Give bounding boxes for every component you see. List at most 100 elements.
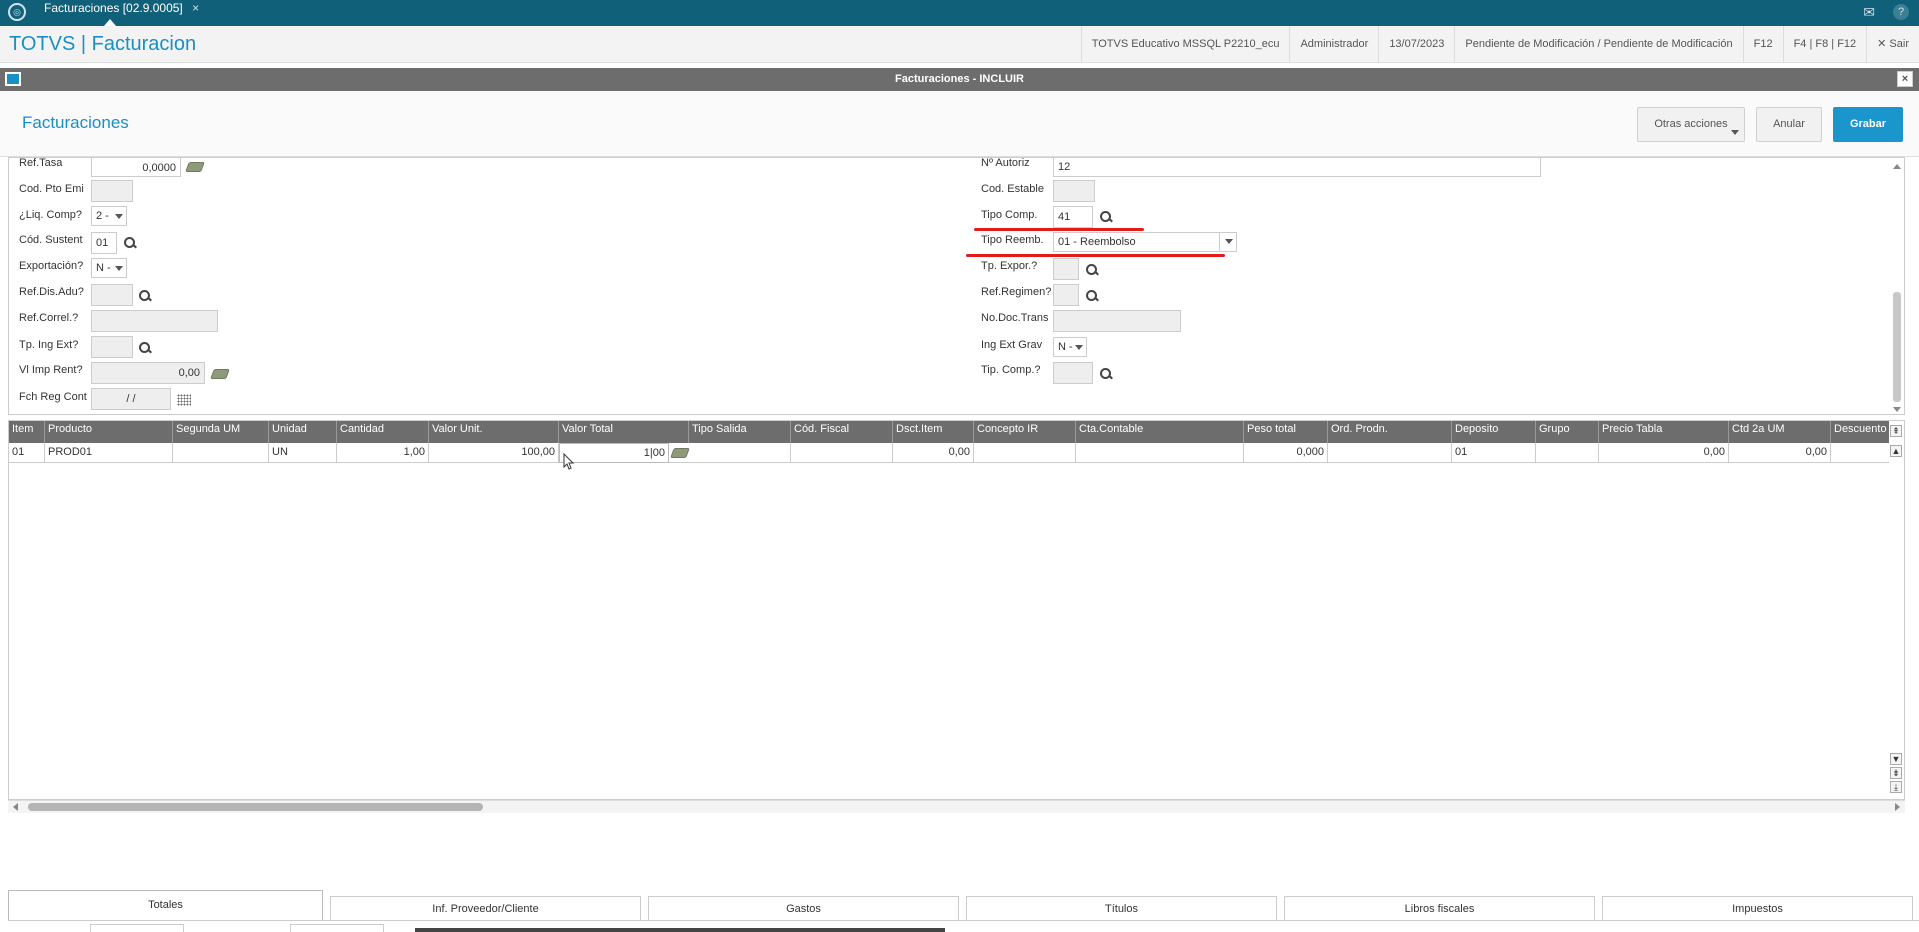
mail-icon[interactable]: ✉ [1863, 4, 1875, 21]
ref-regimen-field[interactable] [1053, 284, 1079, 306]
cell-valor-total-input[interactable]: 1|00 [559, 443, 669, 463]
vl-imp-rent-field[interactable]: 0,00 [91, 362, 205, 384]
grid-horizontal-scrollbar[interactable] [8, 800, 1905, 813]
scroll-top-icon[interactable]: ⇞ [1890, 425, 1902, 437]
cell-dsct-item[interactable]: 0,00 [893, 443, 974, 463]
cod-estable-field[interactable] [1053, 180, 1095, 202]
calendar-icon[interactable] [177, 394, 191, 406]
col-tipo-salida[interactable]: Tipo Salida [689, 421, 791, 443]
scroll-bottom-icon[interactable]: ⤓ [1890, 781, 1902, 793]
col-grupo[interactable]: Grupo [1536, 421, 1599, 443]
search-icon[interactable] [1099, 210, 1113, 224]
tipo-comp-field[interactable]: 41 [1053, 206, 1093, 228]
user-label[interactable]: Administrador [1289, 26, 1378, 63]
scroll-left-icon[interactable] [13, 803, 18, 811]
scroll-up-icon[interactable] [1893, 164, 1901, 169]
col-peso-total[interactable]: Peso total [1244, 421, 1328, 443]
cell-grupo[interactable] [1536, 443, 1599, 463]
cell-deposito[interactable]: 01 [1452, 443, 1536, 463]
ref-correl-field[interactable] [91, 310, 218, 332]
tab-totales[interactable]: Totales [8, 890, 323, 920]
tab-inf-proveedor-cliente[interactable]: Inf. Proveedor/Cliente [330, 896, 641, 920]
col-ctd-2a-um[interactable]: Ctd 2a UM [1729, 421, 1831, 443]
tip-comp-field[interactable] [1053, 362, 1093, 384]
cell-unidad[interactable]: UN [269, 443, 337, 463]
scroll-down-icon[interactable] [1893, 407, 1901, 412]
col-cod-fiscal[interactable]: Cód. Fiscal [791, 421, 893, 443]
table-row[interactable]: 01 PROD01 UN 1,00 100,00 1|00 0,00 0,000… [9, 443, 1889, 463]
tab-close-icon[interactable]: × [192, 1, 199, 15]
window-close-icon[interactable]: × [1897, 71, 1913, 87]
environment-label[interactable]: TOTVS Educativo MSSQL P2210_ecu [1080, 26, 1290, 63]
search-icon[interactable] [1085, 263, 1099, 277]
tipo-reemb-select[interactable]: 01 - Reembolso [1053, 232, 1237, 252]
cell-ctd-2a-um[interactable]: 0,00 [1729, 443, 1831, 463]
help-icon[interactable]: ? [1893, 4, 1909, 20]
cell-tipo-salida[interactable] [689, 443, 791, 463]
f12-shortcut[interactable]: F12 [1742, 26, 1783, 63]
col-unidad[interactable]: Unidad [269, 421, 337, 443]
cell-cta-contable[interactable] [1076, 443, 1244, 463]
col-cantidad[interactable]: Cantidad [337, 421, 429, 443]
scroll-thumb[interactable] [28, 803, 483, 811]
cell-segunda-um[interactable] [173, 443, 269, 463]
col-concepto-ir[interactable]: Concepto IR [974, 421, 1076, 443]
status-label[interactable]: Pendiente de Modificación / Pendiente de… [1454, 26, 1742, 63]
search-icon[interactable] [1099, 367, 1113, 381]
tipo-reemb-dropdown-button[interactable] [1219, 232, 1237, 252]
cell-precio-tabla[interactable]: 0,00 [1599, 443, 1729, 463]
col-segunda-um[interactable]: Segunda UM [173, 421, 269, 443]
cell-item[interactable]: 01 [9, 443, 45, 463]
cell-concepto-ir[interactable] [974, 443, 1076, 463]
scroll-up-icon[interactable]: ▲ [1890, 445, 1902, 457]
search-icon[interactable] [138, 341, 152, 355]
tab-titulos[interactable]: Títulos [966, 896, 1277, 920]
fch-reg-cont-field[interactable]: / / [91, 388, 171, 410]
cod-sustent-field[interactable]: 01 [91, 232, 117, 254]
totvs-logo-icon[interactable]: ◎ [8, 3, 26, 21]
tab-impuestos[interactable]: Impuestos [1602, 896, 1913, 920]
date-label[interactable]: 13/07/2023 [1378, 26, 1454, 63]
n-autoriz-field[interactable]: 12 [1053, 158, 1541, 177]
col-producto[interactable]: Producto [45, 421, 173, 443]
search-icon[interactable] [123, 236, 137, 250]
scroll-right-icon[interactable] [1895, 803, 1900, 811]
tab-gastos[interactable]: Gastos [648, 896, 959, 920]
scroll-thumb[interactable] [1893, 292, 1901, 402]
currency-icon[interactable] [185, 162, 205, 172]
cell-cod-fiscal[interactable] [791, 443, 893, 463]
cell-cantidad[interactable]: 1,00 [337, 443, 429, 463]
currency-icon[interactable] [210, 369, 230, 379]
tab-libros-fiscales[interactable]: Libros fiscales [1284, 896, 1595, 920]
anular-button[interactable]: Anular [1756, 107, 1822, 142]
cod-pto-emi-field[interactable] [91, 180, 133, 202]
otras-acciones-button[interactable]: Otras acciones [1637, 107, 1745, 142]
col-precio-tabla[interactable]: Precio Tabla [1599, 421, 1729, 443]
ref-tasa-field[interactable]: 0,0000 [91, 158, 181, 177]
col-item[interactable]: Item [9, 421, 45, 443]
search-icon[interactable] [1085, 289, 1099, 303]
col-valor-unit[interactable]: Valor Unit. [429, 421, 559, 443]
col-deposito[interactable]: Deposito [1452, 421, 1536, 443]
cell-peso-total[interactable]: 0,000 [1244, 443, 1328, 463]
search-icon[interactable] [138, 289, 152, 303]
cell-ord-prodn[interactable] [1328, 443, 1452, 463]
col-dsct-item[interactable]: Dsct.Item [893, 421, 974, 443]
tab-facturaciones[interactable]: Facturaciones [02.9.0005] × [36, 0, 207, 26]
scroll-down-icon[interactable]: ▼ [1890, 753, 1902, 765]
tp-ing-ext-field[interactable] [91, 336, 133, 358]
cell-producto[interactable]: PROD01 [45, 443, 173, 463]
col-cta-contable[interactable]: Cta.Contable [1076, 421, 1244, 443]
grabar-button[interactable]: Grabar [1833, 107, 1903, 142]
tp-expor-field[interactable] [1053, 258, 1079, 280]
page-down-icon[interactable]: ⇟ [1890, 767, 1902, 779]
no-doc-trans-field[interactable] [1053, 310, 1181, 332]
col-valor-total[interactable]: Valor Total [559, 421, 689, 443]
shortcuts-label[interactable]: F4 | F8 | F12 [1782, 26, 1867, 63]
cell-valor-unit[interactable]: 100,00 [429, 443, 559, 463]
exit-button[interactable]: ✕ Sair [1866, 26, 1919, 63]
col-ord-prodn[interactable]: Ord. Prodn. [1328, 421, 1452, 443]
form-scrollbar[interactable] [1892, 162, 1902, 412]
ref-dis-adu-field[interactable] [91, 284, 133, 306]
currency-icon[interactable] [670, 448, 690, 458]
